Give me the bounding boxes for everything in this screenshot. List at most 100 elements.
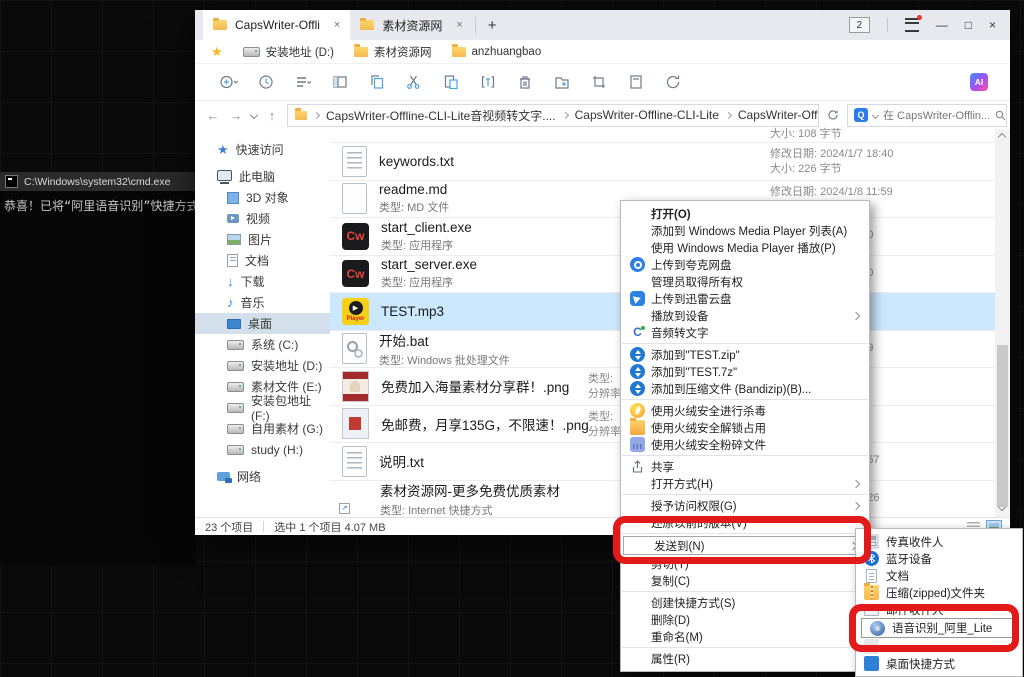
menu-item-take-ownership[interactable]: 管理员取得所有权	[621, 273, 869, 290]
ai-assistant-icon[interactable]: AI	[970, 73, 988, 91]
menu-item-add-to-7z[interactable]: 添加到"TEST.7z"	[621, 363, 869, 380]
menu-item-play-to-device[interactable]: 播放到设备	[621, 307, 869, 324]
close-button[interactable]: ×	[989, 19, 996, 31]
sendto-item-zipped-folder[interactable]: 压缩(zipped)文件夹	[856, 584, 1022, 601]
sidebar-item-drive-c[interactable]: 系统 (C:)	[195, 334, 330, 355]
delete-icon[interactable]	[515, 72, 535, 92]
menu-item-open-with[interactable]: 打开方式(H)	[621, 475, 869, 492]
search-icon[interactable]	[995, 110, 1006, 121]
cmd-window[interactable]: C:\Windows\system32\cmd.exe 恭喜！已将“阿里语音识别…	[0, 172, 196, 565]
properties-icon[interactable]	[626, 72, 646, 92]
menu-item-give-access[interactable]: 授予访问权限(G)	[621, 497, 869, 514]
drive-icon	[227, 340, 244, 350]
sendto-item-bluetooth[interactable]: 蓝牙设备	[856, 550, 1022, 567]
menu-item-upload-quark[interactable]: 上传到夸克网盘	[621, 256, 869, 273]
breadcrumb-item[interactable]: CapsWriter-Offline-CLI-Lite	[738, 108, 819, 122]
sendto-item-fax[interactable]: 传真收件人	[856, 533, 1022, 550]
drive-icon	[227, 445, 244, 455]
search-engine-icon[interactable]: Q	[854, 108, 868, 122]
recent-pages-chevron-icon[interactable]	[250, 111, 258, 119]
new-tab-button[interactable]: +	[475, 17, 509, 34]
sidebar-item-music[interactable]: ♪音乐	[195, 292, 330, 313]
refresh-address-icon[interactable]	[826, 108, 840, 122]
menu-item-share[interactable]: 共享	[621, 458, 869, 475]
scroll-up-icon[interactable]	[998, 133, 1006, 141]
sidebar-item-documents[interactable]: 文档	[195, 250, 330, 271]
recent-locations-icon[interactable]	[256, 72, 276, 92]
menu-item-upload-thunder[interactable]: 上传到迅雷云盘	[621, 290, 869, 307]
paste-icon[interactable]	[441, 72, 461, 92]
back-icon[interactable]: ←	[205, 109, 221, 122]
menu-item-wmp-add-list[interactable]: 添加到 Windows Media Player 列表(A)	[621, 222, 869, 239]
drive-icon	[227, 361, 244, 371]
favorite-item-sucai[interactable]: 素材资源网	[354, 44, 432, 60]
favorite-item-anzhuang-d[interactable]: 安装地址 (D:)	[243, 44, 334, 60]
sidebar-item-drive-h[interactable]: study (H:)	[195, 439, 330, 460]
menu-item-add-to-zip[interactable]: 添加到"TEST.zip"	[621, 346, 869, 363]
menu-item-audio-to-text[interactable]: C音频转文字	[621, 324, 869, 341]
tab-capswriter[interactable]: CapsWriter-Offli ×	[203, 10, 350, 40]
search-box[interactable]: Q 在 CapsWriter-Offlin...	[847, 104, 1007, 127]
new-item-icon[interactable]	[219, 72, 239, 92]
sidebar-item-pictures[interactable]: 图片	[195, 229, 330, 250]
favorite-item-anzhuangbao[interactable]: anzhuangbao	[452, 46, 542, 58]
share-icon	[630, 459, 645, 474]
sidebar-item-downloads[interactable]: ↓下载	[195, 271, 330, 292]
new-folder-icon[interactable]	[552, 72, 572, 92]
forward-icon[interactable]: →	[228, 109, 244, 122]
menu-item-copy[interactable]: 复制(C)	[621, 572, 869, 589]
sidebar-item-network[interactable]: 网络	[195, 466, 330, 487]
sort-menu-icon[interactable]	[293, 72, 313, 92]
tab-sucai[interactable]: 素材资源网 ×	[350, 10, 472, 40]
tab-count-badge[interactable]: 2	[849, 17, 870, 33]
sidebar-item-desktop[interactable]: 桌面	[195, 313, 330, 334]
capswriter-icon: C	[630, 325, 645, 340]
crop-icon[interactable]	[589, 72, 609, 92]
tab-close-icon[interactable]: ×	[456, 19, 462, 31]
menu-item-delete[interactable]: 删除(D)	[621, 611, 869, 628]
refresh-icon[interactable]	[663, 72, 683, 92]
vertical-scrollbar[interactable]	[995, 129, 1010, 517]
favorite-label: 素材资源网	[374, 44, 432, 60]
cmd-output-line: 恭喜！已将“阿里语音识别”快捷方式	[4, 197, 196, 214]
sidebar-item-videos[interactable]: 视频	[195, 208, 330, 229]
menu-item-huorong-shred[interactable]: 使用火绒安全粉碎文件	[621, 436, 869, 453]
sidebar-item-drive-g[interactable]: 自用素材 (G:)	[195, 418, 330, 439]
breadcrumb-item[interactable]: CapsWriter-Offline-CLI-Lite	[575, 108, 719, 122]
menu-item-create-shortcut[interactable]: 创建快捷方式(S)	[621, 594, 869, 611]
menu-item-properties[interactable]: 属性(R)	[621, 650, 869, 667]
menu-item-wmp-play[interactable]: 使用 Windows Media Player 播放(P)	[621, 239, 869, 256]
menu-item-rename[interactable]: 重命名(M)	[621, 628, 869, 645]
search-dropdown-chevron-icon[interactable]	[872, 111, 879, 118]
sidebar-label: 安装地址 (D:)	[251, 357, 322, 374]
cmd-title-bar[interactable]: C:\Windows\system32\cmd.exe	[0, 172, 196, 191]
preview-pane-icon[interactable]	[330, 72, 350, 92]
file-type: 类型: 应用程序	[381, 274, 477, 290]
navigation-pane: ★快速访问 此电脑 3D 对象 视频 图片 文档 ↓下载 ♪音乐 桌面 系统 (…	[195, 129, 330, 517]
thunder-drive-icon	[630, 291, 645, 306]
sidebar-item-drive-d[interactable]: 安装地址 (D:)	[195, 355, 330, 376]
favorites-star-icon[interactable]: ★	[211, 45, 223, 58]
minimize-button[interactable]: —	[936, 19, 948, 31]
menu-icon[interactable]	[905, 18, 919, 32]
sidebar-item-3d-objects[interactable]: 3D 对象	[195, 187, 330, 208]
copy-icon[interactable]	[367, 72, 387, 92]
menu-item-open[interactable]: 打开(O)	[621, 205, 869, 222]
sidebar-item-quick-access[interactable]: ★快速访问	[195, 139, 330, 160]
breadcrumb-item[interactable]: CapsWriter-Offline-CLI-Lite音视频转文字....	[326, 107, 556, 124]
scrollbar-thumb[interactable]	[997, 345, 1008, 507]
menu-item-add-to-archive[interactable]: 添加到压缩文件 (Bandizip)(B)...	[621, 380, 869, 397]
sidebar-item-drive-f[interactable]: 安装包地址 (F:)	[195, 397, 330, 418]
rename-icon[interactable]	[478, 72, 498, 92]
menu-item-huorong-scan[interactable]: 使用火绒安全进行杀毒	[621, 402, 869, 419]
up-icon[interactable]: ↑	[264, 109, 280, 122]
sidebar-item-this-pc[interactable]: 此电脑	[195, 166, 330, 187]
sendto-item-documents[interactable]: 文档	[856, 567, 1022, 584]
file-row-partial[interactable]: 大小: 108 字节	[330, 129, 995, 142]
maximize-button[interactable]: □	[965, 19, 972, 31]
file-row-keywords[interactable]: keywords.txt 修改日期: 2024/1/7 18:40大小: 226…	[330, 142, 995, 180]
menu-item-huorong-unlock[interactable]: 使用火绒安全解锁占用	[621, 419, 869, 436]
breadcrumb[interactable]: CapsWriter-Offline-CLI-Lite音视频转文字.... Ca…	[287, 104, 819, 127]
cut-icon[interactable]	[404, 72, 424, 92]
tab-close-icon[interactable]: ×	[334, 19, 340, 31]
